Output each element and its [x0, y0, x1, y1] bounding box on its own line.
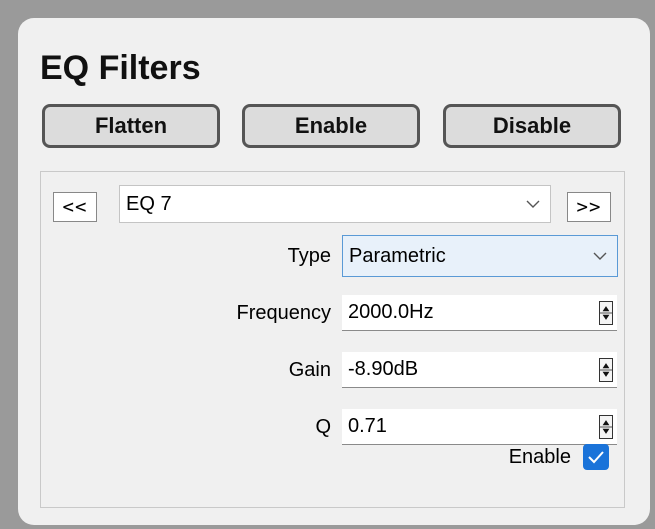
- filter-settings-group: << EQ 7 >> Type Parametric Frequency 200…: [40, 171, 625, 508]
- q-value: 0.71: [348, 415, 387, 437]
- gain-label: Gain: [288, 359, 331, 381]
- q-label: Q: [315, 416, 331, 438]
- panel-title: EQ Filters: [40, 49, 201, 87]
- enable-checkbox[interactable]: [583, 444, 609, 470]
- enable-label: Enable: [508, 446, 571, 468]
- enable-all-button[interactable]: Enable: [242, 104, 420, 148]
- type-select-value: Parametric: [349, 244, 446, 267]
- next-filter-button[interactable]: >>: [567, 192, 611, 222]
- gain-field[interactable]: -8.90dB: [342, 352, 617, 388]
- frequency-field[interactable]: 2000.0Hz: [342, 295, 617, 331]
- spinner-arrows-icon[interactable]: [599, 358, 613, 382]
- disable-all-button[interactable]: Disable: [443, 104, 621, 148]
- type-label: Type: [287, 245, 331, 267]
- filter-select-value: EQ 7: [126, 192, 172, 215]
- frequency-label: Frequency: [236, 302, 332, 324]
- flatten-button[interactable]: Flatten: [42, 104, 220, 148]
- previous-filter-button[interactable]: <<: [53, 192, 97, 222]
- type-select[interactable]: Parametric: [342, 235, 618, 277]
- frequency-value: 2000.0Hz: [348, 301, 434, 323]
- chevron-down-icon: [526, 200, 540, 208]
- spinner-arrows-icon[interactable]: [599, 301, 613, 325]
- filter-select[interactable]: EQ 7: [119, 185, 551, 223]
- checkmark-icon: [588, 451, 604, 464]
- spinner-arrows-icon[interactable]: [599, 415, 613, 439]
- eq-filters-panel: EQ Filters Flatten Enable Disable << EQ …: [18, 18, 650, 525]
- chevron-down-icon: [593, 252, 607, 260]
- gain-value: -8.90dB: [348, 358, 419, 380]
